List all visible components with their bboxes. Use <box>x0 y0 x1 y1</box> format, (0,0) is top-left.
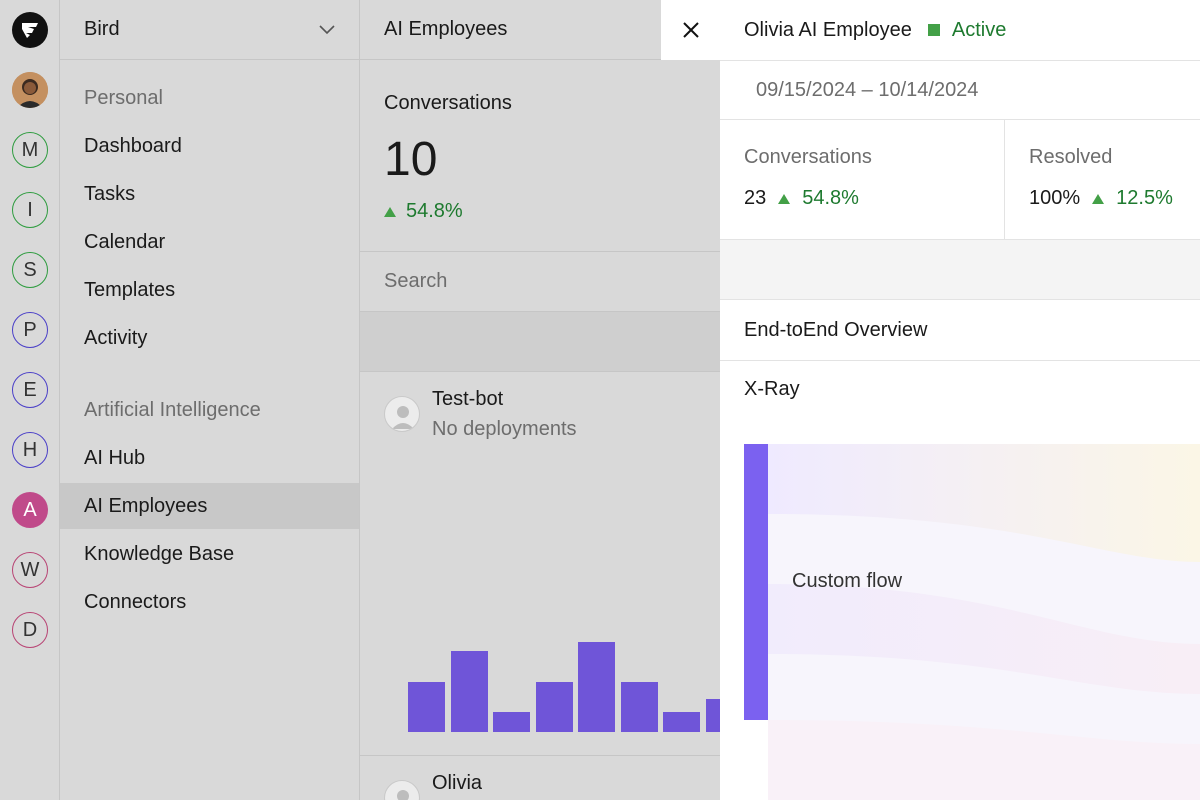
status-badge: Active <box>951 18 1007 41</box>
bot-avatar-icon <box>384 780 420 800</box>
bot-avatar-icon <box>384 396 420 432</box>
ai-employee-detail-panel: Olivia AI Employee Active 09/15/2024 – 1… <box>720 0 1200 800</box>
bot-name: Test-bot <box>432 388 504 410</box>
stat-label: Resolved <box>1029 146 1113 168</box>
workspace-switcher[interactable]: Bird <box>60 0 359 60</box>
sidebar-item-activity[interactable]: Activity <box>60 315 359 361</box>
trend-up-icon <box>1092 193 1105 204</box>
workspace-m-button[interactable]: M <box>12 132 48 168</box>
workspace-w-button[interactable]: W <box>12 552 48 588</box>
chart-bar <box>578 642 615 732</box>
navigation-sidebar: Bird Personal Dashboard Tasks Calendar Temp… <box>60 0 360 800</box>
sidebar-item-dashboard[interactable]: Dashboard <box>60 123 359 169</box>
list-item[interactable]: Olivia <box>360 756 720 800</box>
workspace-d-button[interactable]: D <box>12 612 48 648</box>
stat-delta: 12.5% <box>1116 187 1173 209</box>
sankey-node-custom-flow[interactable] <box>744 444 768 720</box>
status-indicator-icon <box>927 24 940 36</box>
list-filter-bar <box>360 312 720 372</box>
sankey-node-label: Custom flow <box>792 570 903 592</box>
workspace-i-button[interactable]: I <box>12 192 48 228</box>
search-input[interactable]: Search <box>360 252 720 312</box>
chevron-down-icon <box>319 24 335 34</box>
metric-delta-value: 54.8% <box>406 200 463 222</box>
bot-status: No deployments <box>432 418 577 440</box>
chart-bar <box>620 682 658 732</box>
chart-bar <box>535 682 573 732</box>
section-personal-label: Personal <box>84 87 163 109</box>
stat-delta: 54.8% <box>802 187 859 209</box>
divider <box>1004 120 1005 240</box>
stat-value-row: 23 54.8% <box>744 187 859 210</box>
tab-bar <box>720 240 1200 300</box>
close-icon <box>682 22 699 38</box>
chart-bar <box>493 712 530 732</box>
workspace-s-button[interactable]: S <box>12 252 48 288</box>
date-range-picker[interactable]: 09/15/2024 – 10/14/2024 <box>720 61 1200 120</box>
workspace-p-button[interactable]: P <box>12 312 48 348</box>
metric-delta: 54.8% <box>384 200 463 223</box>
employee-name: Olivia AI Employee <box>744 18 912 41</box>
workspace-h-button[interactable]: H <box>12 432 48 468</box>
section-ai-label: Artificial Intelligence <box>84 399 261 421</box>
xray-sankey-diagram <box>744 444 1200 800</box>
close-detail-button[interactable] <box>661 0 720 60</box>
sidebar-item-ai-employees[interactable]: AI Employees <box>60 483 359 529</box>
user-avatar[interactable] <box>12 72 48 108</box>
metric-value: 10 <box>384 133 438 186</box>
sidebar-item-templates[interactable]: Templates <box>60 267 359 313</box>
section-overview-title: End-toEnd Overview <box>720 300 1200 361</box>
sidebar-item-tasks[interactable]: Tasks <box>60 171 359 217</box>
sidebar-item-ai-hub[interactable]: AI Hub <box>60 435 359 481</box>
section-xray-title: X-Ray <box>744 378 800 400</box>
bot-name: Olivia <box>432 772 483 794</box>
conversations-metric-card: Conversations 10 54.8% <box>360 60 720 252</box>
chart-bar <box>450 651 488 732</box>
bird-logo-icon[interactable] <box>12 12 48 48</box>
trend-up-icon <box>384 206 396 217</box>
sidebar-item-connectors[interactable]: Connectors <box>60 579 359 625</box>
trend-up-icon <box>778 193 791 204</box>
stat-value: 100% <box>1029 187 1081 209</box>
sidebar-item-calendar[interactable]: Calendar <box>60 219 359 265</box>
stats-row: Conversations 23 54.8% Resolved 100% 12.… <box>720 120 1200 240</box>
sidebar-item-knowledge-base[interactable]: Knowledge Base <box>60 531 359 577</box>
workspace-name: Bird <box>84 18 120 40</box>
workspace-a-button[interactable]: A <box>12 492 48 528</box>
ai-employees-list-panel: AI Employees Conversations 10 54.8% Sear… <box>360 0 743 800</box>
stat-value-row: 100% 12.5% <box>1029 187 1173 210</box>
chart-bar <box>663 712 700 732</box>
workspace-rail: MISPEHAWD <box>0 0 60 800</box>
chart-bar <box>408 682 445 732</box>
detail-header: Olivia AI Employee Active <box>720 0 1200 61</box>
stat-label: Conversations <box>744 146 872 168</box>
conversations-bar-chart <box>408 640 743 732</box>
stat-value: 23 <box>744 187 767 209</box>
metric-label: Conversations <box>384 92 512 114</box>
workspace-e-button[interactable]: E <box>12 372 48 408</box>
